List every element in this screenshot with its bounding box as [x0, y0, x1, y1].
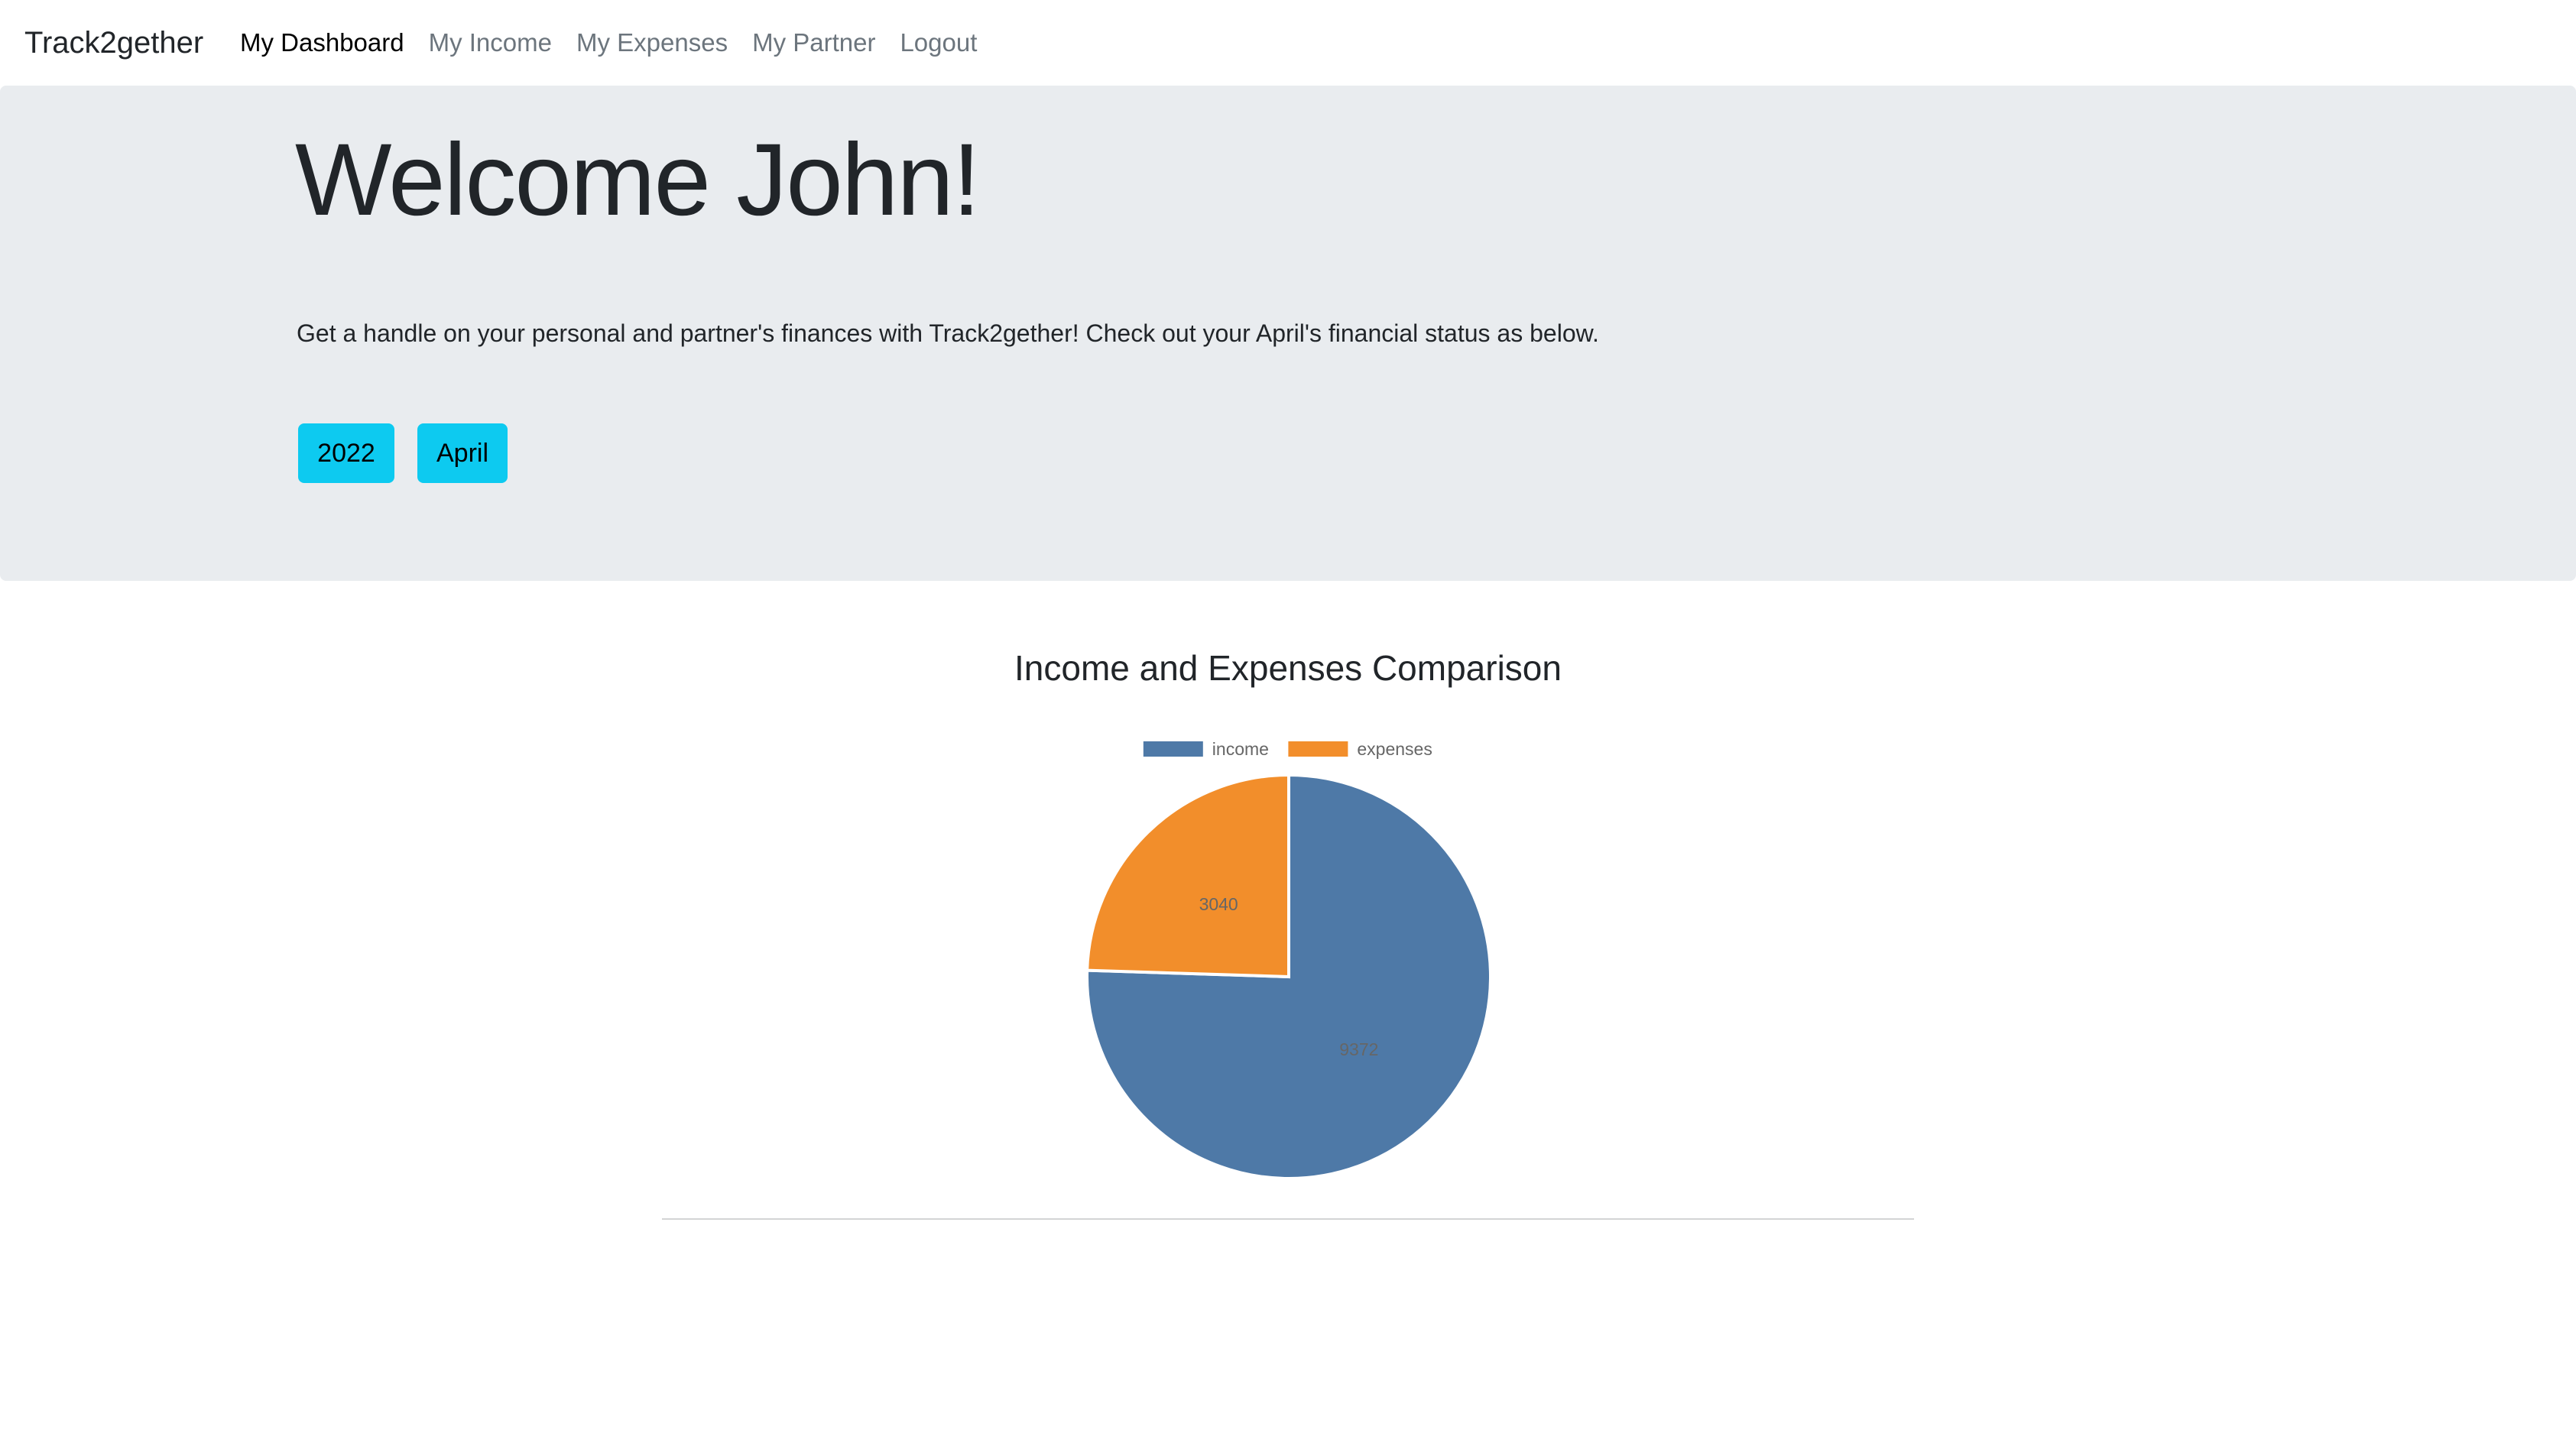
- legend-label-expenses: expenses: [1357, 739, 1432, 759]
- divider: [662, 1218, 1914, 1220]
- legend-swatch-income[interactable]: [1143, 741, 1203, 757]
- chart-title: Income and Expenses Comparison: [1014, 648, 1562, 688]
- navbar: Track2gether My Dashboard My Income My E…: [0, 0, 2576, 86]
- nav-link-logout[interactable]: Logout: [900, 26, 977, 60]
- pie-value-label-expenses: 3040: [1199, 894, 1238, 914]
- brand-logo-link[interactable]: Track2gether: [24, 23, 203, 63]
- pie-slice-expenses[interactable]: [1085, 773, 1290, 979]
- year-button[interactable]: 2022: [298, 423, 394, 483]
- pie-chart: income expenses 9372 3040: [1085, 739, 1492, 1180]
- nav-link-my-dashboard[interactable]: My Dashboard: [240, 26, 404, 60]
- pie-value-label-income: 9372: [1339, 1039, 1378, 1059]
- hero-subtitle: Get a handle on your personal and partne…: [297, 319, 1599, 347]
- month-button[interactable]: April: [417, 423, 508, 483]
- nav-links: My Dashboard My Income My Expenses My Pa…: [240, 26, 1001, 60]
- nav-link-my-income[interactable]: My Income: [429, 26, 552, 60]
- nav-link-my-partner[interactable]: My Partner: [752, 26, 875, 60]
- legend-swatch-expenses[interactable]: [1288, 741, 1348, 757]
- nav-link-my-expenses[interactable]: My Expenses: [576, 26, 728, 60]
- page-title: Welcome John!: [295, 123, 981, 237]
- legend-label-income: income: [1212, 739, 1269, 759]
